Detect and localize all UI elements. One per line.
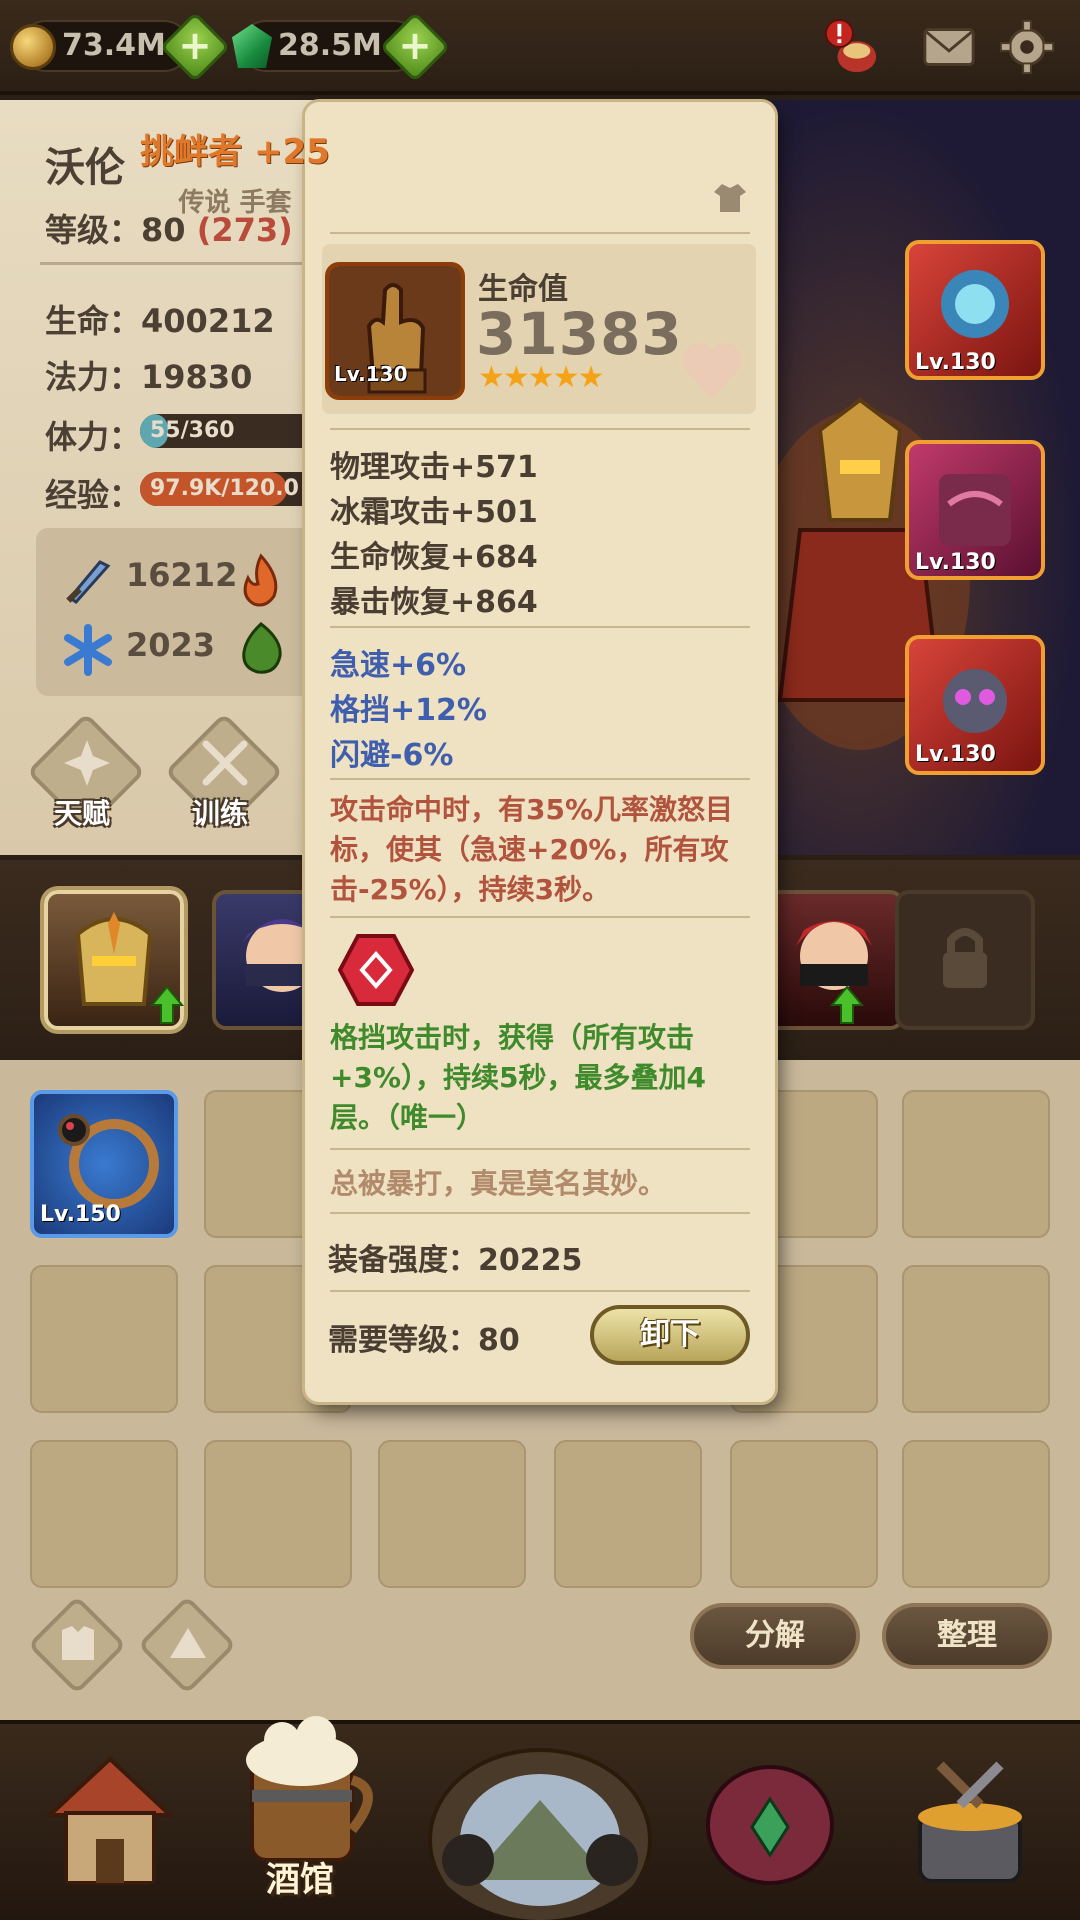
stamina-label: 体力：	[45, 418, 142, 456]
slot-level: Lv.130	[915, 550, 996, 575]
item-stars: ★★★★★	[478, 360, 604, 395]
bonus-block: 格挡+12%	[330, 693, 487, 728]
slot-level: Lv.130	[915, 350, 996, 375]
separator	[330, 626, 750, 628]
bonus-dodge: 闪避-6%	[330, 738, 454, 773]
poison-icon	[242, 622, 282, 674]
gear-icon[interactable]	[998, 18, 1056, 76]
coin-icon	[10, 24, 56, 70]
home-nav-icon[interactable]	[30, 1735, 190, 1895]
separator	[330, 232, 750, 234]
plus-icon: +	[178, 23, 212, 69]
separator	[330, 1148, 750, 1150]
mp-value: 19830	[141, 358, 253, 396]
inventory-slot[interactable]	[730, 1440, 878, 1588]
plus-icon: +	[398, 23, 432, 69]
guild-nav-icon[interactable]	[690, 1735, 850, 1895]
main-stat-value: 31383	[476, 300, 683, 368]
rune-gem-icon	[338, 934, 414, 1006]
upgrade-arrow-icon	[150, 985, 184, 1024]
mp-row: 法力：19830	[45, 352, 252, 398]
unequip-button[interactable]: 卸下	[590, 1305, 750, 1365]
stat-crit-recovery: 暴击恢复+864	[330, 585, 538, 620]
item-effect-text: 攻击命中时，有35%几率激怒目标，使其（急速+20%，所有攻击-25%），持续3…	[330, 793, 734, 906]
train-label: 训练	[192, 797, 249, 830]
separator	[330, 428, 750, 430]
mp-label: 法力：	[45, 358, 142, 396]
required-level: 需要等级：80	[328, 1315, 520, 1359]
gold-amount: 73.4M	[62, 28, 166, 63]
ice-icon	[64, 624, 112, 676]
inventory-slot[interactable]	[378, 1440, 526, 1588]
separator	[330, 916, 750, 918]
shirt-icon	[714, 184, 746, 212]
sort-button[interactable]: 整理	[882, 1603, 1052, 1669]
crossed-swords-icon	[202, 740, 248, 786]
lock-icon	[943, 928, 987, 988]
fire-icon	[243, 553, 278, 607]
inventory-slot[interactable]	[554, 1440, 702, 1588]
gem-amount: 28.5M	[278, 28, 382, 63]
exp-value: 97.9K/120.0	[150, 476, 299, 501]
exp-label: 经验：	[45, 476, 142, 514]
forge-nav-icon[interactable]	[890, 1735, 1050, 1895]
item-subtitle: 传说 手套	[178, 188, 292, 218]
equipment-power: 装备强度：20225	[328, 1235, 582, 1279]
bonus-haste: 急速+6%	[330, 648, 467, 683]
slot-level: Lv.130	[915, 742, 996, 767]
heart-icon	[682, 342, 742, 398]
mail-icon[interactable]	[920, 18, 978, 76]
inventory-slot[interactable]	[902, 1090, 1050, 1238]
separator	[330, 1290, 750, 1292]
armor-filter-icon	[62, 1626, 94, 1660]
power-value: 20225	[478, 1243, 583, 1278]
separator	[330, 1212, 750, 1214]
inventory-slot[interactable]	[902, 1440, 1050, 1588]
upgrade-arrow-icon	[830, 985, 864, 1024]
item-flavor-text: 总被暴打，真是莫名其妙。	[330, 1167, 667, 1200]
power-label: 装备强度：	[328, 1243, 478, 1278]
hp-value: 400212	[141, 302, 275, 340]
talent-label: 天赋	[54, 797, 111, 830]
item-title: 挑衅者 +25	[140, 132, 330, 172]
decompose-button[interactable]: 分解	[690, 1603, 860, 1669]
item-level: Lv.130	[334, 362, 408, 386]
inventory-slot[interactable]	[30, 1440, 178, 1588]
sword-icon	[66, 560, 111, 604]
rune-effect-text: 格挡攻击时，获得（所有攻击+3%），持续5秒，最多叠加4层。（唯一）	[330, 1021, 706, 1134]
weapon-filter-icon	[170, 1628, 206, 1658]
talent-icon	[64, 740, 110, 786]
divider	[40, 262, 320, 265]
item-level: Lv.150	[40, 1202, 121, 1227]
stat-frost-attack: 冰霜攻击+501	[330, 495, 538, 530]
hero-slot-locked[interactable]	[895, 890, 1035, 1030]
tavern-label: 酒馆	[266, 1860, 334, 1900]
inventory-slot[interactable]	[204, 1440, 352, 1588]
inventory-slot[interactable]	[902, 1265, 1050, 1413]
stamina-value: 55/360	[150, 418, 235, 443]
physical-attack-value: 16212	[126, 556, 238, 594]
inventory-slot[interactable]	[30, 1265, 178, 1413]
ice-attack-value: 2023	[126, 626, 216, 664]
stat-life-regen: 生命恢复+684	[330, 540, 538, 575]
quest-alert-icon[interactable]	[822, 18, 880, 76]
req-value: 80	[478, 1323, 520, 1358]
hp-label: 生命：	[45, 302, 142, 340]
stat-physical-attack: 物理攻击+571	[330, 450, 538, 485]
separator	[330, 778, 750, 780]
req-label: 需要等级：	[328, 1323, 478, 1358]
adventure-nav-icon[interactable]	[420, 1730, 660, 1920]
hp-row: 生命：400212	[45, 296, 275, 342]
